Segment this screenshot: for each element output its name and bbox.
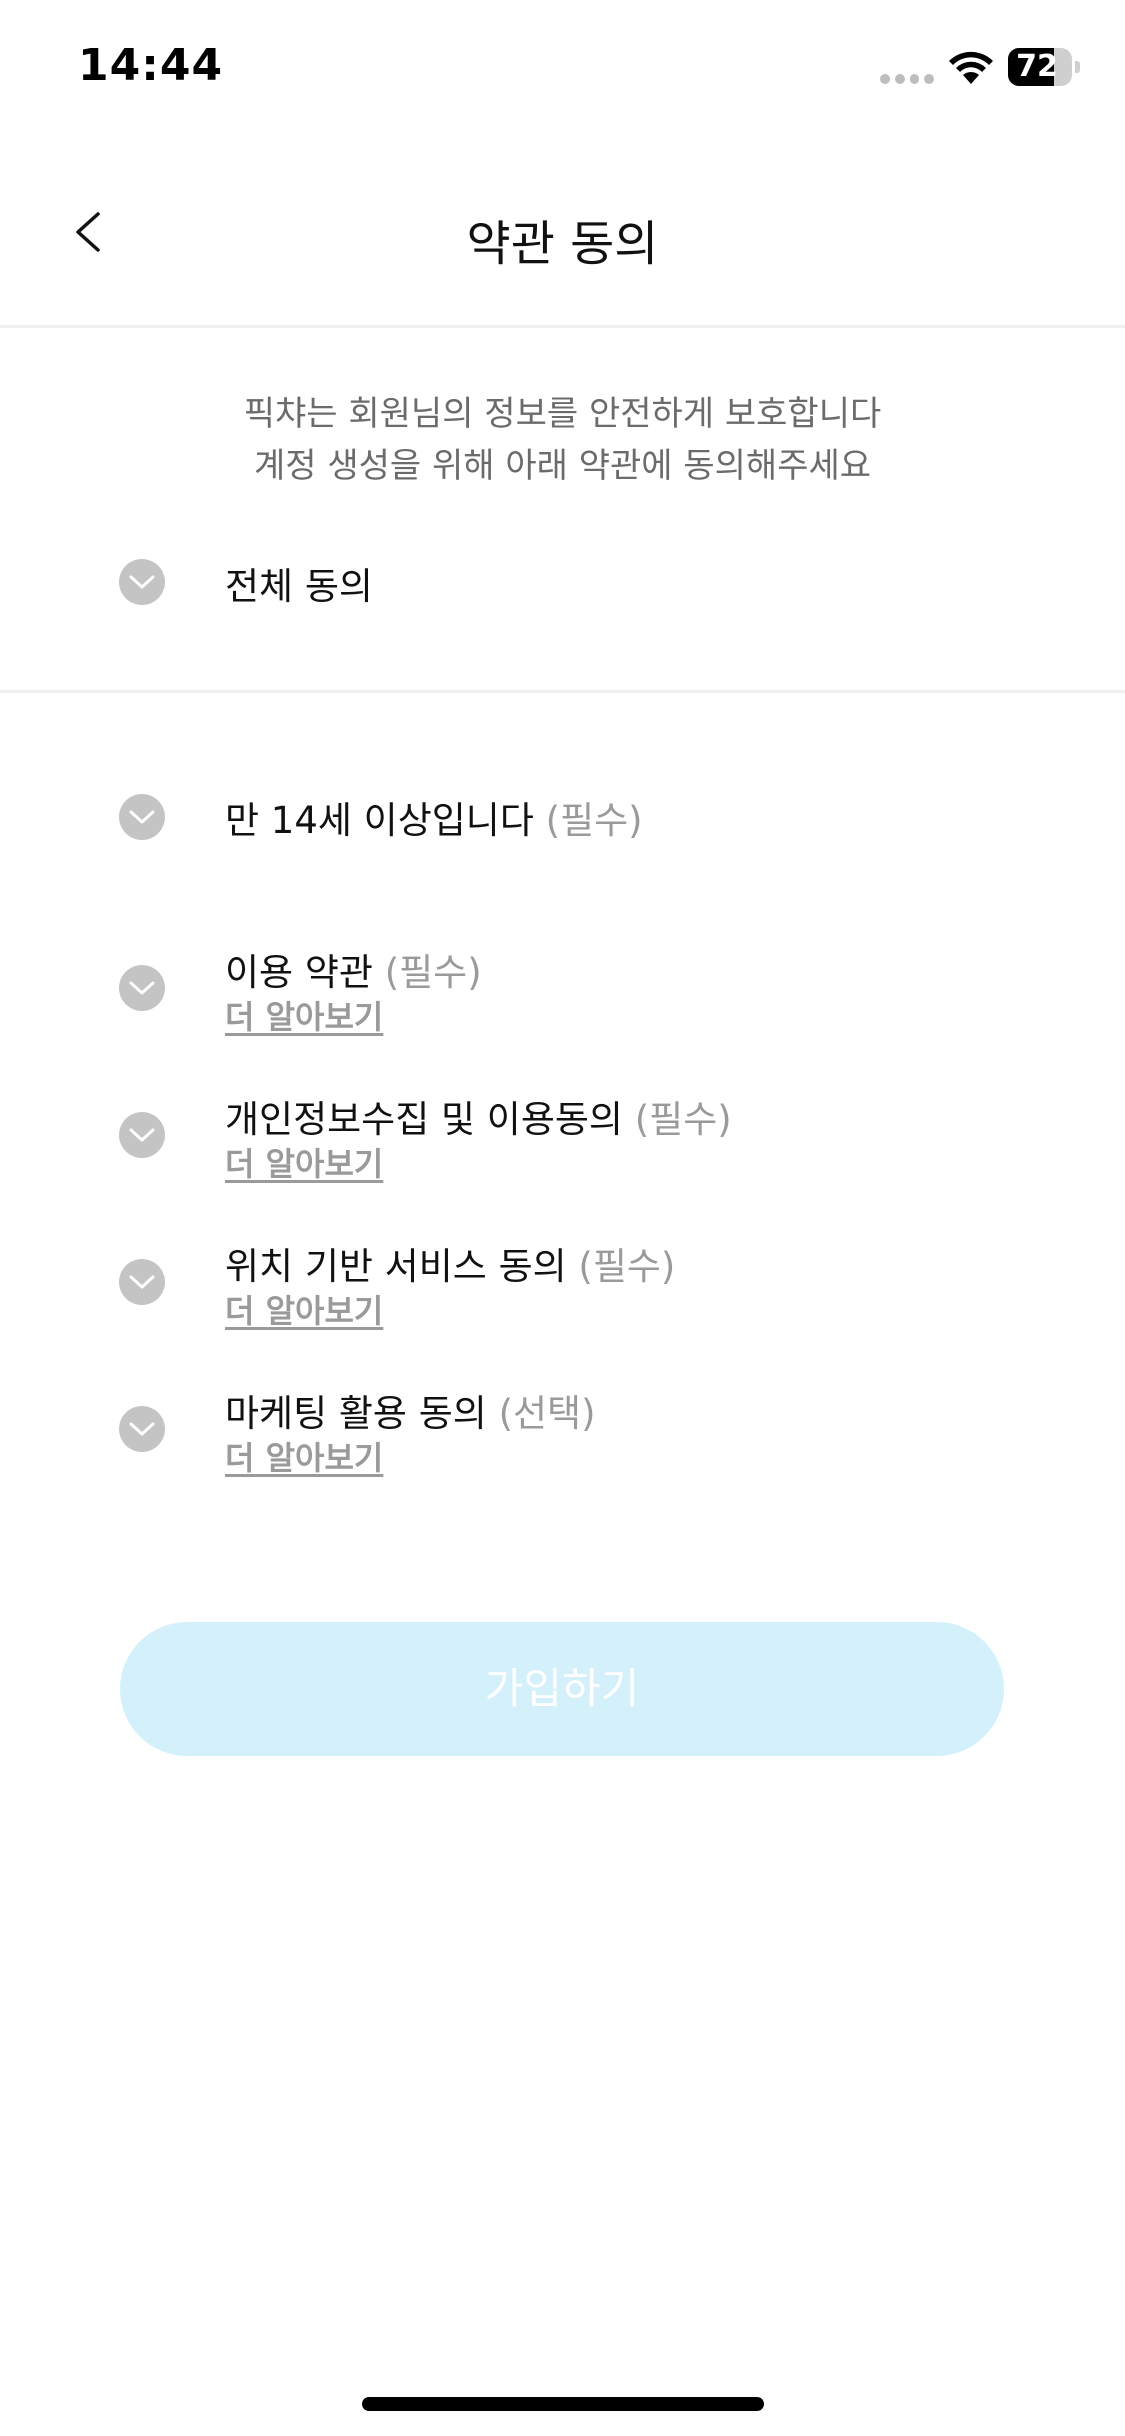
agreement-label: 만 14세 이상입니다 (필수) [225, 790, 643, 844]
learn-more-link[interactable]: 더 알아보기 [225, 992, 383, 1038]
intro-line-2: 계정 생성을 위해 아래 약관에 동의해주세요 [253, 446, 872, 486]
agreement-title: 마케팅 활용 동의 [225, 1392, 487, 1435]
agree-all-row[interactable]: 전체 동의 [0, 556, 1125, 626]
agree-all-label: 전체 동의 [225, 565, 373, 608]
agreement-label: 이용 약관 (필수) [225, 942, 482, 996]
status-bar: 14:44 72 [0, 0, 1125, 140]
check-icon [129, 1128, 155, 1142]
agreement-checkbox[interactable] [119, 965, 165, 1011]
check-icon [129, 1275, 155, 1289]
agreement-checkbox[interactable] [119, 794, 165, 840]
agreement-title: 위치 기반 서비스 동의 [225, 1245, 567, 1288]
learn-more-link[interactable]: 더 알아보기 [225, 1139, 383, 1185]
agreement-item-age[interactable]: 만 14세 이상입니다 (필수) [0, 790, 1125, 860]
required-tag: (필수) [384, 951, 482, 994]
intro-line-1: 픽챠는 회원님의 정보를 안전하게 보호합니다 [243, 394, 882, 434]
status-time: 14:44 [78, 40, 224, 91]
agreement-label: 위치 기반 서비스 동의 (필수) [225, 1236, 675, 1290]
battery-percentage: 72 [1016, 49, 1058, 84]
check-icon [129, 810, 155, 824]
signal-dots-icon [880, 74, 934, 84]
agreement-title: 개인정보수집 및 이용동의 [225, 1098, 623, 1141]
agreement-checkbox[interactable] [119, 1112, 165, 1158]
signup-button[interactable]: 가입하기 [120, 1622, 1004, 1756]
learn-more-link[interactable]: 더 알아보기 [225, 1433, 383, 1479]
required-tag: (필수) [578, 1245, 676, 1288]
agreement-item-location[interactable]: 위치 기반 서비스 동의 (필수) 더 알아보기 [0, 1236, 1125, 1336]
agreement-title: 이용 약관 [225, 951, 373, 994]
battery-icon: 72 [1008, 48, 1080, 86]
nav-header: 약관 동의 [0, 140, 1125, 328]
check-icon [129, 1422, 155, 1436]
agreement-label: 개인정보수집 및 이용동의 (필수) [225, 1089, 732, 1143]
page-title: 약관 동의 [466, 216, 659, 272]
check-icon [129, 981, 155, 995]
check-icon [129, 575, 155, 589]
agreement-label: 마케팅 활용 동의 (선택) [225, 1383, 596, 1437]
learn-more-link[interactable]: 더 알아보기 [225, 1286, 383, 1332]
agreement-checkbox[interactable] [119, 1406, 165, 1452]
agreement-title: 만 14세 이상입니다 [225, 799, 534, 842]
agreement-checkbox[interactable] [119, 1259, 165, 1305]
agreement-item-terms[interactable]: 이용 약관 (필수) 더 알아보기 [0, 942, 1125, 1042]
home-indicator [362, 2397, 764, 2411]
intro-text: 픽챠는 회원님의 정보를 안전하게 보호합니다 계정 생성을 위해 아래 약관에… [0, 388, 1125, 492]
required-tag: (필수) [634, 1098, 732, 1141]
divider [0, 690, 1125, 693]
wifi-icon [949, 51, 993, 84]
agreement-item-marketing[interactable]: 마케팅 활용 동의 (선택) 더 알아보기 [0, 1383, 1125, 1483]
required-tag: (필수) [545, 799, 643, 842]
optional-tag: (선택) [498, 1392, 596, 1435]
agreement-item-privacy[interactable]: 개인정보수집 및 이용동의 (필수) 더 알아보기 [0, 1089, 1125, 1189]
agree-all-checkbox[interactable] [119, 559, 165, 605]
